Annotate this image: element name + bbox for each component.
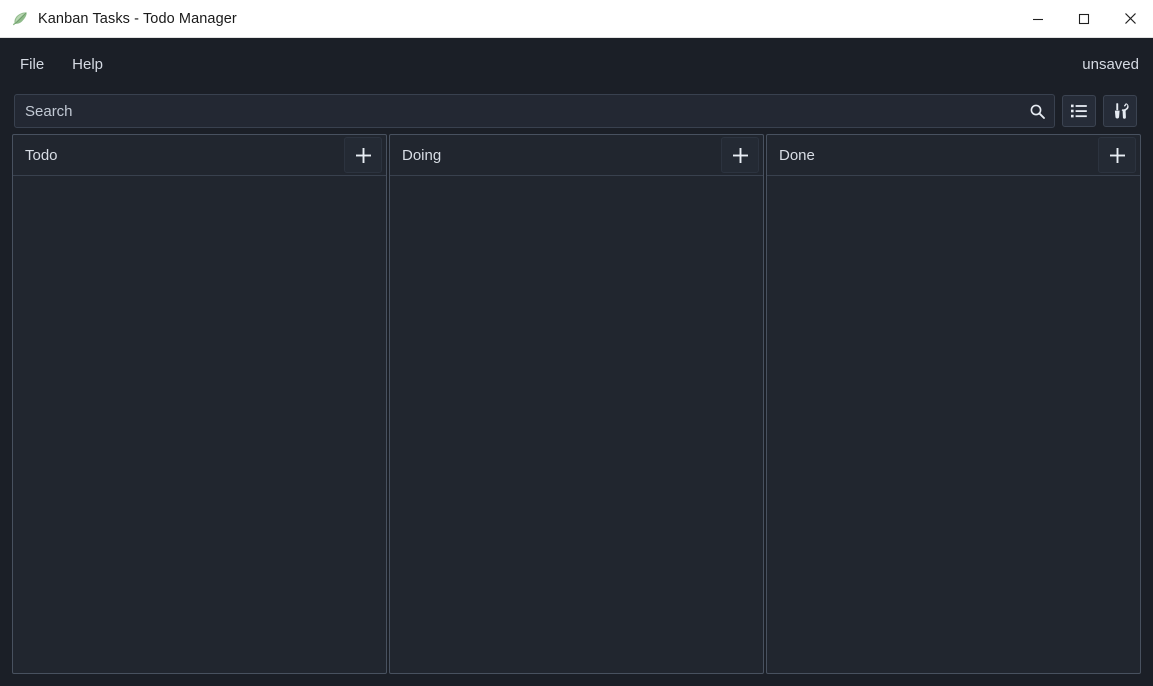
list-view-button[interactable] bbox=[1062, 95, 1096, 127]
column-header-todo: Todo bbox=[13, 135, 386, 176]
column-header-doing: Doing bbox=[390, 135, 763, 176]
column-cards-todo[interactable] bbox=[13, 176, 386, 673]
add-card-button-doing[interactable] bbox=[721, 137, 759, 173]
column-title-doing: Doing bbox=[402, 146, 442, 164]
window-controls bbox=[1015, 0, 1153, 38]
kanban-column-doing: Doing bbox=[389, 134, 764, 674]
search-field[interactable] bbox=[14, 94, 1055, 128]
column-cards-done[interactable] bbox=[767, 176, 1140, 673]
column-title-todo: Todo bbox=[25, 146, 58, 164]
column-cards-doing[interactable] bbox=[390, 176, 763, 673]
kanban-board: Todo Doing Done bbox=[12, 134, 1141, 674]
save-status-label: unsaved bbox=[1082, 55, 1139, 73]
kanban-column-done: Done bbox=[766, 134, 1141, 674]
maximize-button[interactable] bbox=[1061, 0, 1107, 38]
search-input[interactable] bbox=[15, 95, 1054, 127]
titlebar-left: Kanban Tasks - Todo Manager bbox=[0, 10, 1015, 28]
menu-item-help[interactable]: Help bbox=[62, 52, 113, 77]
app-window: Kanban Tasks - Todo Manager File Help un… bbox=[0, 0, 1153, 686]
close-button[interactable] bbox=[1107, 0, 1153, 38]
add-card-button-done[interactable] bbox=[1098, 137, 1136, 173]
search-icon[interactable] bbox=[1024, 98, 1050, 124]
feather-icon bbox=[11, 10, 29, 28]
window-titlebar: Kanban Tasks - Todo Manager bbox=[0, 0, 1153, 38]
column-title-done: Done bbox=[779, 146, 815, 164]
column-header-done: Done bbox=[767, 135, 1140, 176]
settings-tools-button[interactable] bbox=[1103, 95, 1137, 127]
window-title: Kanban Tasks - Todo Manager bbox=[38, 10, 237, 27]
minimize-button[interactable] bbox=[1015, 0, 1061, 38]
menu-bar: File Help unsaved bbox=[0, 38, 1153, 90]
menu-item-file[interactable]: File bbox=[10, 52, 54, 77]
add-card-button-todo[interactable] bbox=[344, 137, 382, 173]
kanban-column-todo: Todo bbox=[12, 134, 387, 674]
toolbar bbox=[0, 90, 1153, 132]
